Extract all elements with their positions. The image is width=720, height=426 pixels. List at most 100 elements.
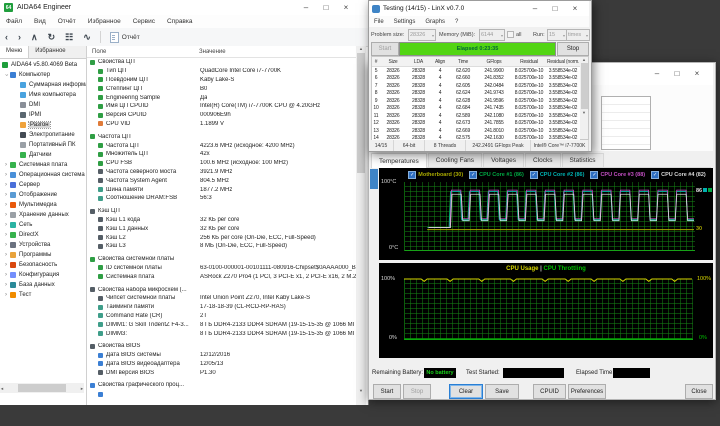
- tree-item[interactable]: › Мультимедиа: [0, 200, 86, 210]
- menu-item[interactable]: Избранное: [82, 18, 127, 25]
- detail-row[interactable]: DIMM1: G Skill TridentZ F4-3... 8 ГБ DDR4…: [87, 320, 356, 329]
- tree-item[interactable]: Разгон: [0, 120, 86, 130]
- tree-item[interactable]: Имя компьютера: [0, 90, 86, 100]
- column-header[interactable]: Align: [431, 59, 449, 65]
- detail-row[interactable]: Соотношение DRAM:FSB 56:3: [87, 194, 356, 203]
- times-combo[interactable]: times ▾: [566, 29, 590, 41]
- expander-icon[interactable]: ›: [2, 172, 10, 178]
- tree-item[interactable]: › Безопасность: [0, 260, 86, 270]
- detail-row[interactable]: Кэш L1 кода 32 КБ per core: [87, 216, 356, 225]
- column-header[interactable]: Residual (norm.): [547, 59, 579, 65]
- detail-row[interactable]: Частота ЦП 4223.6 MHz (исходное: 4200 MHz…: [87, 141, 356, 150]
- menu-item[interactable]: Отчёт: [52, 18, 82, 25]
- expander-icon[interactable]: ›: [2, 202, 10, 208]
- detail-row[interactable]: Системная плата ASRock Z270 Pro4 (1 PCI, …: [87, 272, 356, 281]
- column-header[interactable]: Residual: [511, 59, 547, 65]
- tree-item[interactable]: › База данных: [0, 280, 86, 290]
- clear-button[interactable]: Clear: [449, 384, 483, 399]
- menu-item[interactable]: File: [369, 19, 389, 25]
- close-button[interactable]: Close: [685, 384, 713, 399]
- refresh-icon[interactable]: ↻: [43, 32, 61, 43]
- detail-row[interactable]: Дата BIOS видеоадаптера 12/05/13: [87, 360, 356, 369]
- detail-row[interactable]: CPU FSB 100.6 MHz (исходное: 100 MHz): [87, 159, 356, 168]
- tree-item[interactable]: › DirectX: [0, 230, 86, 240]
- detail-row[interactable]: Множитель ЦП 42x: [87, 150, 356, 159]
- tree-item[interactable]: Датчики: [0, 150, 86, 160]
- column-header[interactable]: Size: [380, 59, 406, 65]
- detail-row[interactable]: Тайминги памяти 17-18-18-39 (CL-RCD-RP-RA…: [87, 303, 356, 312]
- forward-icon[interactable]: ›: [13, 32, 26, 42]
- scroll-down-icon[interactable]: ▼: [580, 110, 588, 115]
- menu-item[interactable]: ?: [450, 19, 463, 25]
- detail-row[interactable]: Свойства набора микросхем (...: [87, 285, 356, 294]
- save-button[interactable]: Save: [485, 384, 519, 399]
- menu-item[interactable]: Справка: [161, 18, 199, 25]
- chart-icon[interactable]: ∿: [78, 32, 96, 43]
- memory-combo[interactable]: 6144 ▾: [479, 29, 505, 41]
- problem-size-combo[interactable]: 28326 ▾: [408, 29, 436, 41]
- users-icon[interactable]: ☷: [60, 32, 78, 43]
- cpuid-button[interactable]: CPUID: [533, 384, 566, 399]
- graphs-left-scrollbar[interactable]: [370, 169, 378, 321]
- detail-row[interactable]: Дата BIOS системы 12/12/2016: [87, 351, 356, 360]
- tree-horizontal-scrollbar[interactable]: ◄ ►: [0, 383, 84, 393]
- maximize-icon[interactable]: □: [545, 1, 565, 16]
- minimize-icon[interactable]: –: [647, 63, 667, 85]
- menu-item[interactable]: Settings: [389, 19, 421, 25]
- table-row[interactable]: 7 28326 28328 4 62.605 242.0484 8.025700e-10 3.…: [372, 82, 581, 90]
- scroll-right-icon[interactable]: ►: [80, 386, 84, 391]
- table-row[interactable]: 6 28326 28328 4 62.660 241.8352 8.025700e-10 3.…: [372, 75, 581, 83]
- detail-row[interactable]: DIMM3: 8 ГБ DDR4-2133 DDR4 SDRAM (19-15-1…: [87, 329, 356, 338]
- tree-item[interactable]: › Сеть: [0, 220, 86, 230]
- detail-row[interactable]: Command Rate (CR) 2T: [87, 312, 356, 321]
- tree-item[interactable]: Суммарная информация: [0, 80, 86, 90]
- detail-row[interactable]: Степпинг ЦП B0: [87, 84, 356, 93]
- close-icon[interactable]: ×: [336, 0, 356, 15]
- start-button[interactable]: Start: [371, 42, 399, 56]
- scrollbar-thumb[interactable]: [580, 63, 588, 109]
- tab-cooling-fans[interactable]: Cooling Fans: [427, 153, 483, 167]
- tree-item[interactable]: › Системная плата: [0, 160, 86, 170]
- detail-row[interactable]: Версия CPUID 000906E9h: [87, 111, 356, 120]
- detail-row[interactable]: Имя ЦП CPUID Intel(R) Core(TM) i7-7700K C…: [87, 102, 356, 111]
- table-row[interactable]: 13 28326 28328 4 62.669 241.8010 8.025700e-10 3…: [372, 127, 581, 135]
- tree-item[interactable]: › Хранение данных: [0, 210, 86, 220]
- expander-icon[interactable]: ›: [2, 292, 10, 298]
- detail-row[interactable]: Кэш L1 данных 32 КБ per core: [87, 224, 356, 233]
- table-row[interactable]: 5 28326 28328 4 62.620 241.9900 8.025700e-10 3.…: [372, 67, 581, 75]
- column-header[interactable]: Time: [449, 59, 477, 65]
- detail-row[interactable]: Engineering Sample Да: [87, 93, 356, 102]
- detail-row[interactable]: CPU VID 1.1899 V: [87, 120, 356, 129]
- scrollbar-thumb[interactable]: [370, 169, 378, 189]
- expander-icon[interactable]: ›: [3, 71, 9, 79]
- tab-temperatures[interactable]: Temperatures: [371, 153, 427, 168]
- expander-icon[interactable]: ›: [2, 242, 10, 248]
- tree-item[interactable]: Электропитание: [0, 130, 86, 140]
- column-header[interactable]: LDA: [406, 59, 431, 65]
- detail-row[interactable]: Частота ЦП: [87, 132, 356, 141]
- scroll-up-icon[interactable]: ▲: [356, 46, 366, 51]
- tree-item[interactable]: › Устройства: [0, 240, 86, 250]
- expander-icon[interactable]: ›: [2, 222, 10, 228]
- detail-vertical-scrollbar[interactable]: ▲ ▼: [356, 46, 366, 405]
- menu-item[interactable]: Файл: [0, 18, 28, 25]
- detail-row[interactable]: DMI версия BIOS P1.30: [87, 368, 356, 377]
- tree-item[interactable]: › Отображение: [0, 190, 86, 200]
- detail-row[interactable]: Свойства BIOS: [87, 342, 356, 351]
- report-button[interactable]: Отчёт: [105, 30, 145, 45]
- detail-row[interactable]: ID системной платы 63-0100-000001-0010111…: [87, 264, 356, 273]
- menu-item[interactable]: Сервис: [127, 18, 161, 25]
- minimize-icon[interactable]: –: [525, 1, 545, 16]
- expander-icon[interactable]: ›: [2, 182, 10, 188]
- detail-row[interactable]: Свойства ЦП: [87, 58, 356, 67]
- close-icon[interactable]: ×: [565, 1, 585, 16]
- detail-row[interactable]: Кэш ЦП: [87, 207, 356, 216]
- detail-row[interactable]: Шина памяти 1877.2 MHz: [87, 185, 356, 194]
- start-button[interactable]: Start: [373, 384, 401, 399]
- table-vertical-scrollbar[interactable]: ▲ ▼: [580, 56, 589, 140]
- detail-row[interactable]: Свойства графического проц...: [87, 381, 356, 390]
- column-header[interactable]: GFlops: [477, 59, 511, 65]
- tree-item[interactable]: › Программы: [0, 250, 86, 260]
- maximize-icon[interactable]: □: [316, 0, 336, 15]
- table-row[interactable]: 12 28326 28328 4 62.673 241.7855 8.025700e-10 3…: [372, 120, 581, 128]
